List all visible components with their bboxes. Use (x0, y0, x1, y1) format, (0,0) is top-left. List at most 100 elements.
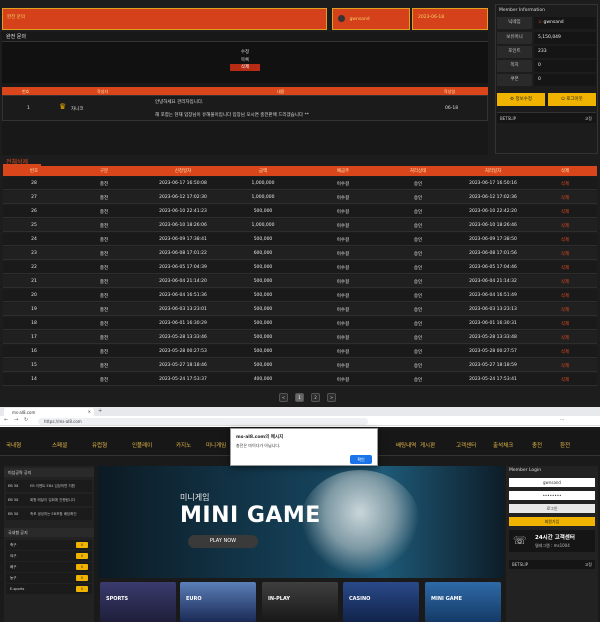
row-type: 충전 (99, 280, 109, 285)
row-delete-button[interactable]: 삭제 (533, 363, 597, 369)
row-processed-date: 2023-05-24 17:53:41 (469, 377, 517, 382)
row-request-date: 2023-06-01 16:30:29 (159, 321, 207, 326)
row-status: 승인 (413, 224, 423, 229)
notice-item[interactable]: EB 3X EB 이벤트 EB4 입장하면 지원 (6, 480, 92, 492)
new-tab-icon[interactable]: + (98, 408, 102, 414)
row-delete-button[interactable]: 삭제 (533, 237, 597, 243)
row-request-date: 2023-06-04 16:51:36 (159, 293, 207, 298)
address-bar[interactable]: https://ms-al8.com (38, 418, 368, 425)
member-label: 포인트 (497, 46, 532, 58)
card-euro[interactable]: EURO (180, 582, 256, 622)
row-type: 충전 (99, 322, 109, 327)
row-delete-button[interactable]: 삭제 (533, 223, 597, 229)
forward-icon[interactable]: → (14, 417, 18, 423)
card-minigame[interactable]: MINI GAME (425, 582, 501, 622)
row-delete-button[interactable]: 삭제 (533, 321, 597, 327)
menu-icon[interactable]: ⋯ (560, 417, 565, 423)
login-id-field[interactable]: gwnsand (509, 478, 595, 487)
sport-item[interactable]: 배구 0 (6, 562, 92, 572)
nav-item[interactable]: 환전 (560, 441, 570, 449)
row-number: 27 (31, 195, 37, 200)
next-page-button[interactable]: > (327, 393, 336, 402)
card-casino[interactable]: CASINO (343, 582, 419, 622)
row-number: 1 (27, 106, 30, 111)
page-1-button[interactable]: 1 (295, 393, 304, 402)
logout-label: 로그아웃 (566, 97, 583, 102)
login-password-field[interactable]: •••••••• (509, 491, 595, 500)
close-icon[interactable]: × (88, 409, 91, 414)
prev-page-button[interactable]: < (279, 393, 288, 402)
row-depositor: 이수걸 (336, 378, 350, 383)
row-processed-date: 2023-06-10 18:26:46 (469, 223, 517, 228)
login-button[interactable]: 로그인 (509, 504, 595, 513)
dialog-message: 충전은 마이다가 아닙니다. (236, 443, 281, 448)
card-sports[interactable]: SPORTS (100, 582, 176, 622)
nav-item[interactable]: 게시판 (420, 441, 435, 449)
nav-item[interactable]: 충전 (532, 441, 542, 449)
history-table-header: 번호 구분 신청일자 금액 예금주 처리상태 처리일자 삭제 (3, 166, 597, 176)
sport-item[interactable]: 축구 0 (6, 540, 92, 550)
member-row-nickname: 닉네임 ⚔ gwnsand (497, 17, 596, 29)
notice-item[interactable]: EB 3X 축포 생성하는 EB포함 배당확인 (6, 508, 92, 520)
member-login-title: Member Login (509, 468, 542, 473)
sport-name: E-sports (10, 587, 25, 591)
notice-item[interactable]: EB 3X 회원 매달이 입회에 진행됩니다 (6, 494, 92, 506)
question-row[interactable]: 1 ♛ 자니코 안녕하세요 관리자입니다. 해 포함는 현재 입장님이 유해물이… (2, 95, 488, 121)
betslip-pin[interactable]: 고정 (585, 116, 592, 122)
row-type: 충전 (99, 182, 109, 187)
member-row-points: 포인트 233 (497, 46, 596, 58)
left-sports-head: 국내형 공지 (4, 528, 94, 537)
row-processed-date: 2023-06-05 17:04:46 (469, 265, 517, 270)
row-delete-button[interactable]: 삭제 (533, 251, 597, 257)
row-request-date: 2023-06-03 13:23:01 (159, 307, 207, 312)
sport-item[interactable]: 농구 0 (6, 573, 92, 583)
header-status: 처리상태 (409, 169, 427, 174)
notice-text: 회원 매달이 입회에 진행됩니다 (30, 498, 76, 502)
nav-item[interactable]: 카지노 (176, 441, 191, 449)
browser-tab[interactable]: ms-al8.com × (4, 408, 94, 416)
row-number: 14 (31, 377, 37, 382)
row-delete-button[interactable]: 삭제 (533, 307, 597, 313)
delete-all-tab[interactable]: 전체삭제 (3, 155, 41, 166)
nav-item[interactable]: 인플레이 (132, 441, 152, 449)
row-delete-button[interactable]: 삭제 (533, 349, 597, 355)
row-delete-button[interactable]: 삭제 (533, 377, 597, 383)
list-link[interactable]: 목록 (2, 57, 488, 63)
row-delete-button[interactable]: 삭제 (533, 209, 597, 215)
sport-item[interactable]: E-sports 0 (6, 584, 92, 594)
row-depositor: 이수걸 (336, 238, 350, 243)
row-delete-button[interactable]: 삭제 (533, 195, 597, 201)
sport-item[interactable]: 야구 0 (6, 551, 92, 561)
play-now-button[interactable]: PLAY NOW (188, 535, 258, 548)
question-table-header: 번호 작성자 내용 작성일 (2, 87, 488, 95)
logout-button[interactable]: ⏻ 로그아웃 (548, 93, 596, 106)
card-inplay[interactable]: IN-PLAY (262, 582, 338, 622)
edit-info-button[interactable]: ⚙ 정보수정 (497, 93, 545, 106)
edit-link[interactable]: 수정 (2, 49, 488, 55)
nav-item[interactable]: 유럽형 (92, 441, 107, 449)
row-request-date: 2023-05-24 17:53:37 (159, 377, 207, 382)
nav-item[interactable]: 고객센터 (456, 441, 476, 449)
question-delete-button[interactable]: 삭제 (230, 64, 260, 71)
row-delete-button[interactable]: 삭제 (533, 293, 597, 299)
row-delete-button[interactable]: 삭제 (533, 279, 597, 285)
row-status: 승인 (413, 182, 423, 187)
row-message-line1: 안녕하세요 관리자입니다. (155, 100, 204, 105)
page-2-button[interactable]: 2 (311, 393, 320, 402)
customer-center[interactable]: ☏ 24시간 고객센터 텔레그램 : ms1004 (509, 530, 595, 552)
nav-item[interactable]: 미니게임 (206, 441, 226, 449)
dialog-ok-button[interactable]: 확인 (350, 455, 372, 464)
history-row: 19 충전 2023-06-03 13:23:01 500,000 이수걸 승인 2023-… (3, 303, 597, 316)
reload-icon[interactable]: ↻ (24, 417, 28, 423)
nav-item[interactable]: 국내형 (6, 441, 21, 449)
nav-item[interactable]: 출석체크 (493, 441, 513, 449)
row-amount: 1,000,000 (251, 223, 275, 228)
nav-item[interactable]: 배팅내역 (396, 441, 416, 449)
site-betslip-pin[interactable]: 고정 (585, 562, 592, 568)
row-delete-button[interactable]: 삭제 (533, 265, 597, 271)
row-delete-button[interactable]: 삭제 (533, 335, 597, 341)
join-button[interactable]: 회원가입 (509, 517, 595, 526)
nav-item[interactable]: 스페셜 (52, 441, 67, 449)
row-delete-button[interactable]: 삭제 (533, 181, 597, 187)
back-icon[interactable]: ← (4, 417, 8, 423)
